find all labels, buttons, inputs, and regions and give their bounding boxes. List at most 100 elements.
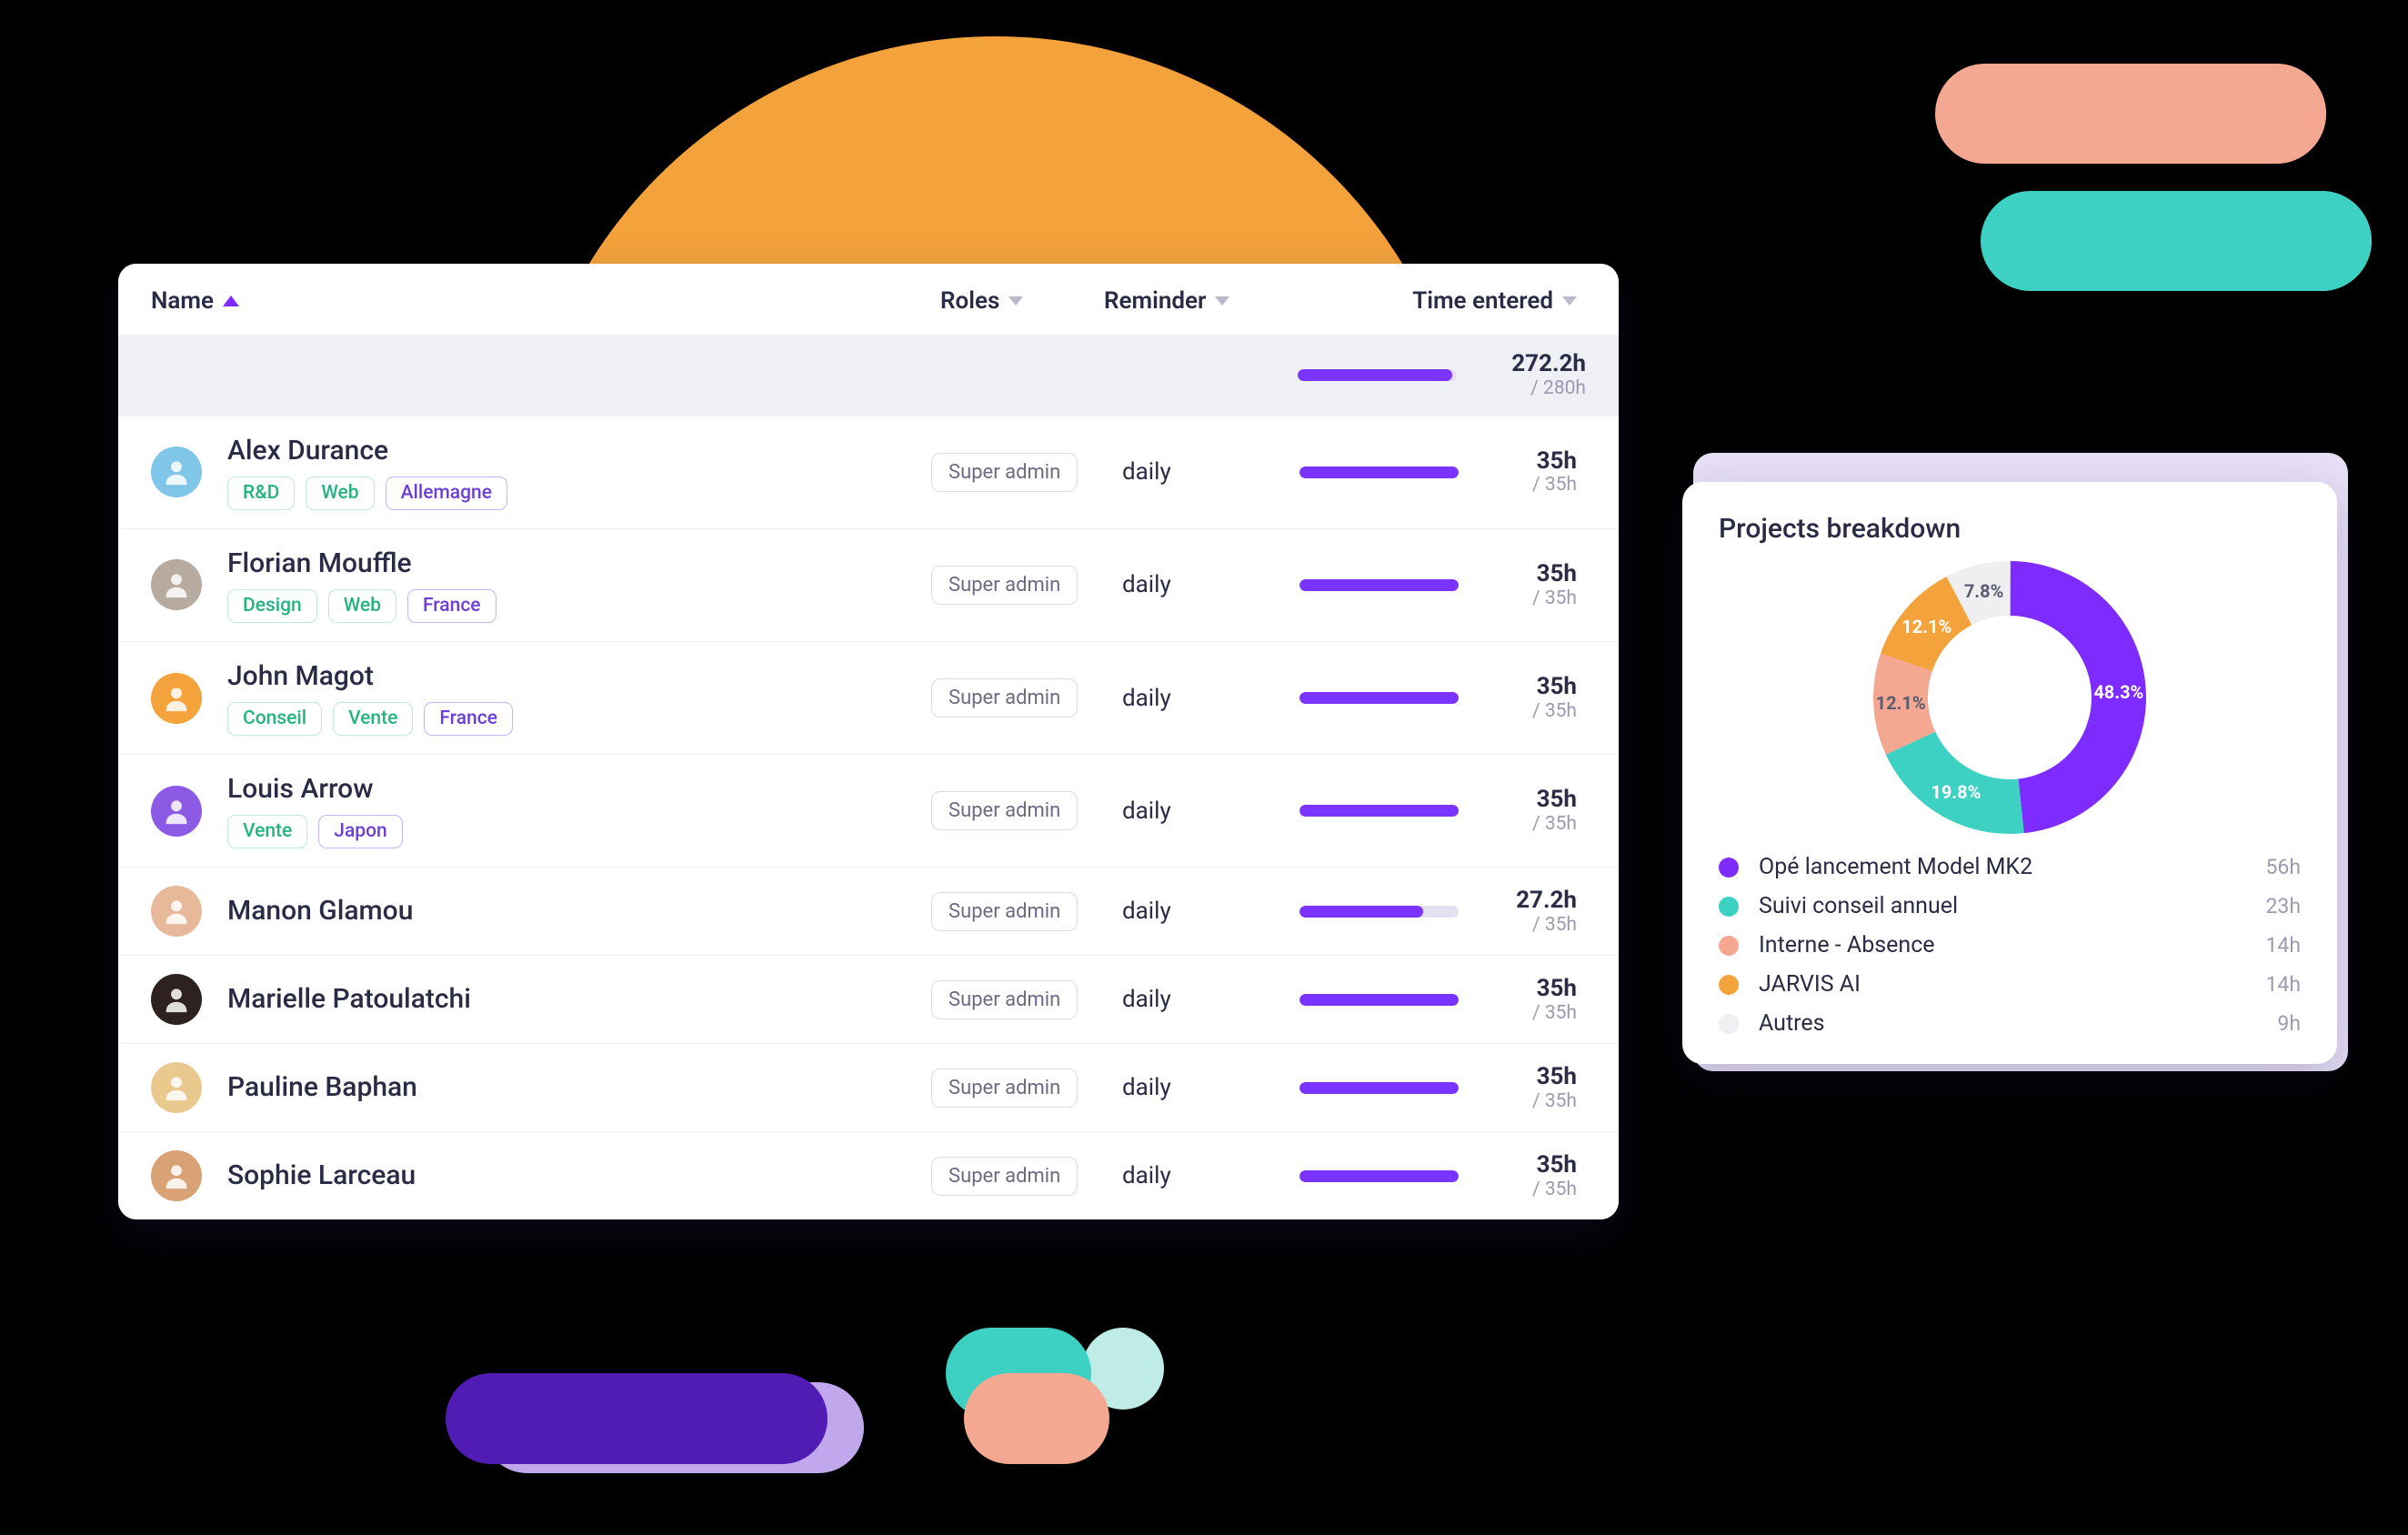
progress-fill bbox=[1299, 692, 1459, 704]
tag-chip[interactable]: France bbox=[424, 702, 513, 736]
tag-chip[interactable]: Web bbox=[328, 589, 396, 623]
hours-of: / 35h bbox=[1459, 914, 1577, 936]
avatar bbox=[151, 974, 202, 1025]
tag-chip[interactable]: Allemagne bbox=[386, 477, 507, 510]
legend-label: Suivi conseil annuel bbox=[1759, 893, 2265, 919]
chevron-down-icon bbox=[1562, 296, 1577, 306]
column-header-roles-label: Roles bbox=[940, 287, 999, 315]
progress-track bbox=[1299, 1082, 1459, 1094]
legend-label: Opé lancement Model MK2 bbox=[1759, 854, 2265, 880]
person-cell: Florian MouffleDesignWebFrance bbox=[227, 547, 931, 623]
time-cell: 35h/ 35h bbox=[1459, 976, 1586, 1024]
person-cell: Sophie Larceau bbox=[227, 1159, 931, 1192]
person-name: Sophie Larceau bbox=[227, 1159, 931, 1192]
tag-group: Vente Japon bbox=[227, 815, 931, 848]
progress-cell bbox=[1277, 1082, 1459, 1094]
table-row[interactable]: Florian MouffleDesignWebFranceSuper admi… bbox=[118, 528, 1619, 641]
person-cell: Louis ArrowVenteJapon bbox=[227, 773, 931, 848]
reminder-cell: daily bbox=[1122, 685, 1277, 712]
legend-hours: 23h bbox=[2265, 894, 2301, 918]
hours-value: 27.2h bbox=[1459, 888, 1577, 914]
breakdown-title: Projects breakdown bbox=[1719, 513, 2301, 545]
donut-slice-label: 19.8% bbox=[1924, 781, 1988, 803]
table-row[interactable]: Pauline BaphanSuper admindaily35h/ 35h bbox=[118, 1043, 1619, 1131]
time-cell: 35h/ 35h bbox=[1459, 674, 1586, 722]
hours-value: 35h bbox=[1459, 561, 1577, 587]
progress-cell bbox=[1277, 805, 1459, 817]
person-name: Marielle Patoulatchi bbox=[227, 983, 931, 1016]
table-row[interactable]: Alex Durance R&D Web Allemagne Super admin da… bbox=[118, 416, 1619, 528]
column-header-time-label: Time entered bbox=[1412, 287, 1553, 315]
person-name: Alex Durance bbox=[227, 435, 931, 467]
column-header-name[interactable]: Name bbox=[151, 287, 239, 315]
sort-asc-icon bbox=[223, 296, 239, 306]
table-row[interactable]: Sophie LarceauSuper admindaily35h/ 35h bbox=[118, 1131, 1619, 1219]
tag-chip[interactable]: France bbox=[407, 589, 497, 623]
tag-chip[interactable]: Web bbox=[306, 477, 374, 510]
avatar bbox=[151, 1062, 202, 1113]
tag-chip[interactable]: Vente bbox=[227, 815, 307, 848]
summary-hours: 272.2h bbox=[1477, 351, 1586, 377]
progress-track bbox=[1299, 906, 1459, 918]
role-badge[interactable]: Super admin bbox=[931, 566, 1078, 605]
reminder-cell: daily bbox=[1122, 798, 1277, 825]
table-row[interactable]: Marielle PatoulatchiSuper admindaily35h/… bbox=[118, 955, 1619, 1043]
chevron-down-icon bbox=[1215, 296, 1229, 306]
tag-chip[interactable]: Design bbox=[227, 589, 317, 623]
legend-hours: 14h bbox=[2265, 972, 2301, 997]
column-header-time[interactable]: Time entered bbox=[1412, 287, 1577, 315]
legend-swatch bbox=[1719, 1014, 1739, 1034]
legend-swatch bbox=[1719, 897, 1739, 917]
hours-value: 35h bbox=[1459, 674, 1577, 700]
progress-fill bbox=[1299, 467, 1459, 478]
role-badge[interactable]: Super admin bbox=[931, 678, 1078, 717]
progress-track bbox=[1299, 805, 1459, 817]
role-badge[interactable]: Super admin bbox=[931, 1068, 1078, 1108]
tag-chip[interactable]: Conseil bbox=[227, 702, 322, 736]
table-row[interactable]: Manon GlamouSuper admindaily27.2h/ 35h bbox=[118, 867, 1619, 955]
progress-track bbox=[1299, 994, 1459, 1006]
legend-item[interactable]: JARVIS AI14h bbox=[1719, 971, 2301, 998]
legend-item[interactable]: Suivi conseil annuel23h bbox=[1719, 893, 2301, 919]
hours-of: / 35h bbox=[1459, 1002, 1577, 1024]
role-badge[interactable]: Super admin bbox=[931, 892, 1078, 931]
summary-progress-fill bbox=[1298, 369, 1452, 381]
progress-cell bbox=[1277, 467, 1459, 478]
role-badge[interactable]: Super admin bbox=[931, 980, 1078, 1019]
time-cell: 35h/ 35h bbox=[1459, 1064, 1586, 1112]
bg-pill-teal bbox=[1981, 191, 2372, 291]
team-time-card: Name Roles Reminder Time entered bbox=[118, 264, 1619, 1219]
progress-fill bbox=[1299, 1082, 1459, 1094]
person-name: Manon Glamou bbox=[227, 895, 931, 928]
donut-slice-label: 12.1% bbox=[1895, 616, 1959, 637]
table-row[interactable]: John MagotConseilVenteFranceSuper admind… bbox=[118, 641, 1619, 754]
tag-chip[interactable]: Vente bbox=[333, 702, 413, 736]
progress-track bbox=[1299, 1170, 1459, 1182]
bg-pill-coral bbox=[1935, 64, 2326, 164]
legend-item[interactable]: Autres9h bbox=[1719, 1010, 2301, 1037]
tag-chip[interactable]: R&D bbox=[227, 477, 295, 510]
role-badge[interactable]: Super admin bbox=[931, 1157, 1078, 1196]
legend-hours: 56h bbox=[2265, 855, 2301, 879]
projects-breakdown-card: Projects breakdown 48.3%19.8%12.1%12.1%7… bbox=[1682, 482, 2337, 1064]
column-header-reminder[interactable]: Reminder bbox=[1104, 287, 1229, 315]
hours-of: / 35h bbox=[1459, 813, 1577, 835]
tag-chip[interactable]: Japon bbox=[318, 815, 402, 848]
legend-hours: 9h bbox=[2277, 1011, 2301, 1036]
donut-chart: 48.3%19.8%12.1%12.1%7.8% bbox=[1873, 561, 2146, 834]
table-row[interactable]: Louis ArrowVenteJaponSuper admindaily35h… bbox=[118, 754, 1619, 867]
person-cell: Marielle Patoulatchi bbox=[227, 983, 931, 1016]
person-cell: John MagotConseilVenteFrance bbox=[227, 660, 931, 736]
progress-fill bbox=[1299, 579, 1459, 591]
column-header-roles[interactable]: Roles bbox=[940, 287, 1023, 315]
legend-item[interactable]: Opé lancement Model MK256h bbox=[1719, 854, 2301, 880]
role-badge[interactable]: Super admin bbox=[931, 453, 1078, 492]
hours-value: 35h bbox=[1459, 787, 1577, 813]
role-badge[interactable]: Super admin bbox=[931, 791, 1078, 830]
legend-item[interactable]: Interne - Absence14h bbox=[1719, 932, 2301, 958]
progress-fill bbox=[1299, 994, 1459, 1006]
legend-swatch bbox=[1719, 975, 1739, 995]
hours-of: / 35h bbox=[1459, 474, 1577, 496]
tag-group: R&D Web Allemagne bbox=[227, 477, 931, 510]
reminder-cell: daily bbox=[1122, 458, 1277, 486]
